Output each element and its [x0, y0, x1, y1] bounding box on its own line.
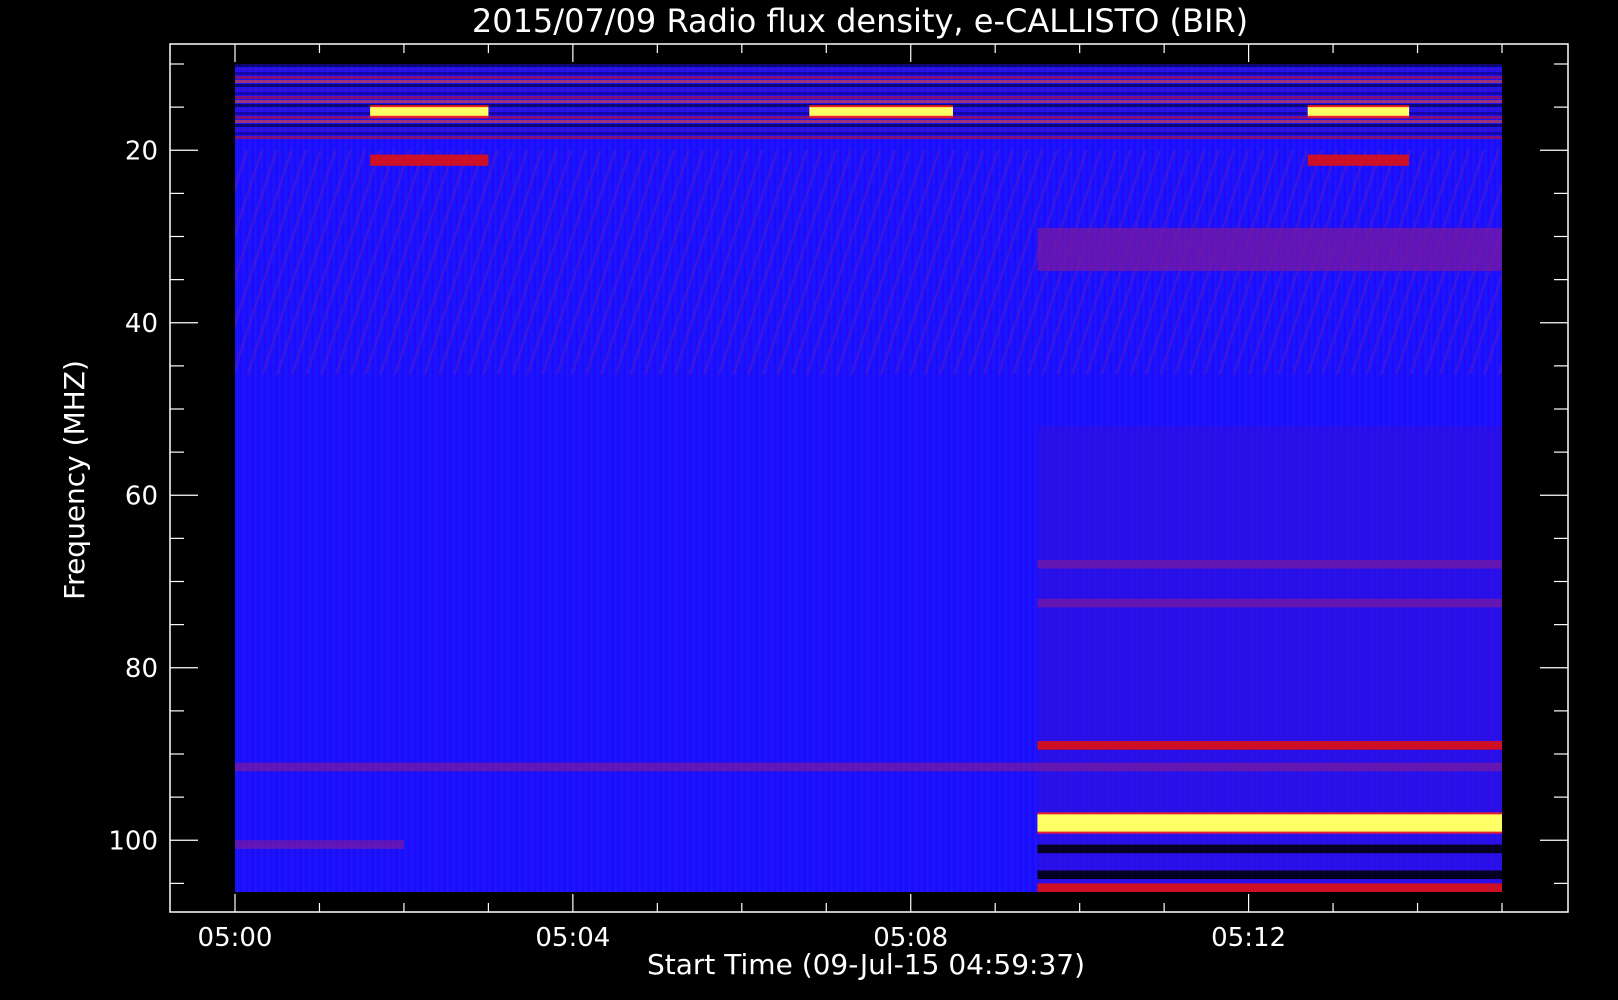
emission-band: [370, 154, 489, 166]
interference-streak: [235, 128, 1502, 131]
interference-streak: [235, 124, 1502, 127]
x-tick-label: 05:00: [198, 923, 273, 953]
interference-streak: [235, 120, 1502, 123]
interference-streak: [235, 64, 1502, 67]
emission-band: [1037, 883, 1502, 892]
y-tick-label: 80: [125, 654, 158, 684]
interference-streak: [235, 132, 1502, 135]
y-tick-label: 60: [125, 481, 158, 511]
emission-band: [1307, 154, 1410, 166]
spectrogram-plot-area: [235, 64, 1502, 892]
emission-band: [1037, 870, 1502, 880]
interference-streak: [235, 88, 1502, 91]
y-tick-label: 40: [125, 309, 158, 339]
interference-streak: [235, 100, 1502, 103]
chart-title: 2015/07/09 Radio flux density, e-CALLIST…: [472, 2, 1248, 40]
y-axis-label: Frequency (MHZ): [58, 360, 91, 600]
interference-streak: [235, 84, 1502, 87]
emission-band: [1037, 844, 1502, 854]
interference-streak: [235, 68, 1502, 71]
emission-band: [1037, 598, 1502, 608]
spectrogram-chart: 2015/07/09 Radio flux density, e-CALLIST…: [58, 2, 1569, 981]
emission-band: [1307, 107, 1410, 116]
emission-band: [235, 840, 404, 849]
x-tick-label: 05:12: [1211, 923, 1286, 953]
emission-band: [1037, 559, 1502, 569]
interference-streak: [235, 96, 1502, 99]
interference-streak: [235, 136, 1502, 139]
interference-streak: [235, 72, 1502, 75]
interference-streak: [235, 76, 1502, 79]
interference-streak: [235, 92, 1502, 95]
emission-band: [235, 762, 1502, 772]
y-tick-label: 20: [125, 136, 158, 166]
x-tick-label: 05:04: [535, 923, 610, 953]
emission-band: [1037, 814, 1502, 832]
interference-streak: [235, 80, 1502, 83]
emission-band: [809, 107, 953, 116]
emission-band: [1037, 227, 1502, 271]
x-axis-label: Start Time (09-Jul-15 04:59:37): [647, 948, 1085, 981]
emission-band: [370, 107, 489, 116]
emission-band: [1037, 741, 1502, 750]
y-tick-label: 100: [108, 826, 158, 856]
